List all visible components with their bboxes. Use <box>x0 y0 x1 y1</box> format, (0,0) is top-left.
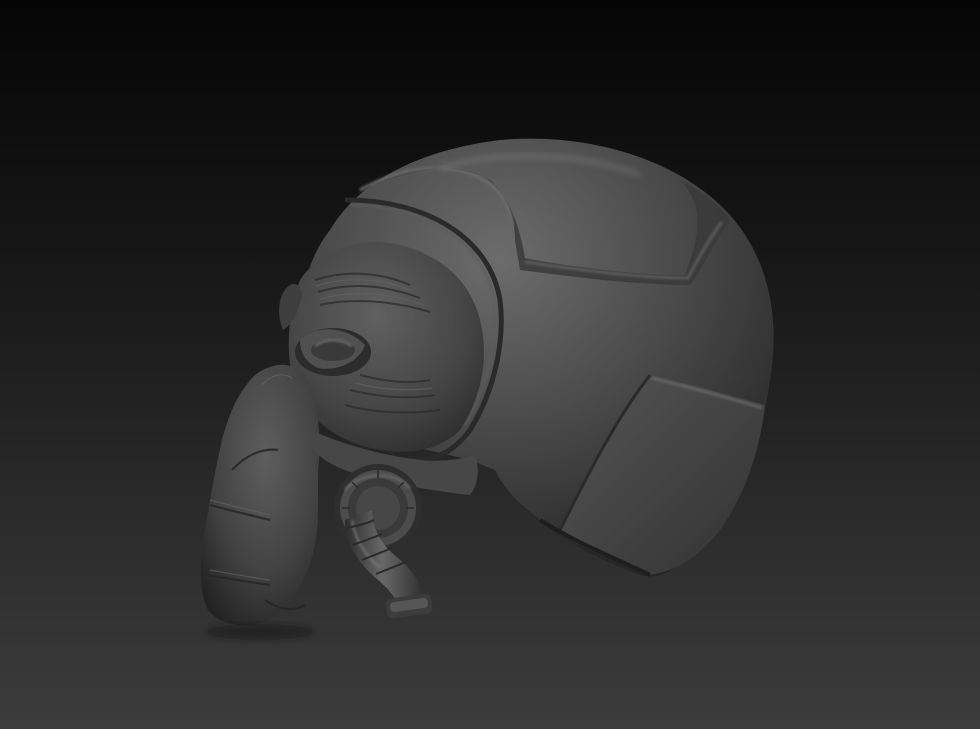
contact-shadow <box>205 624 315 640</box>
render-viewport <box>0 0 980 729</box>
eye-icon <box>311 339 355 361</box>
render-canvas <box>0 0 980 729</box>
